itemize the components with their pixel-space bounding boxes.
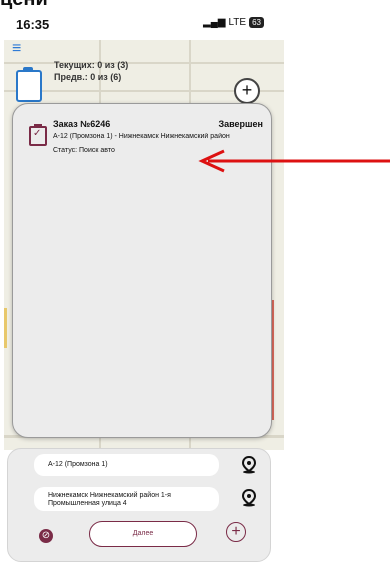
route-form-panel: А-12 (Промзона 1) Нижнекамск Нижнекамски… [7,448,271,562]
zoom-in-button[interactable]: + [234,78,260,104]
from-address-text: А-12 (Промзона 1) [48,461,108,468]
annotation-arrow-icon [198,149,390,173]
from-location-pin-icon[interactable] [241,456,257,474]
clock: 16:35 [16,17,50,32]
phone-screen: 16:35 ▂▄▆ LTE 63 ≡ Текущих: 0 из (3) Пре… [4,0,284,563]
previous-orders-count: Предв.: 0 из (6) [54,72,122,82]
to-location-pin-icon[interactable] [241,489,257,507]
battery-indicator: 63 [249,17,264,28]
menu-icon[interactable]: ≡ [12,41,26,57]
to-address-field[interactable]: Нижнекамск Нижнекамский район 1-я Промыш… [34,487,219,511]
order-status: Статус: Поиск авто [53,147,115,154]
signal-icon: ▂▄▆ [203,17,226,28]
network-label: LTE [228,17,247,28]
order-route: А-12 (Промзона 1) - Нижнекамск Нижнекамс… [53,133,230,140]
current-orders-count: Текущих: 0 из (3) [54,60,129,70]
next-button[interactable]: Далее [89,521,197,547]
orders-list-icon[interactable] [16,67,42,102]
add-stop-icon[interactable]: + [226,522,246,542]
order-title: Заказ №6246 [53,119,111,129]
cancel-icon[interactable]: ⊘ [39,529,53,543]
to-address-line1: Нижнекамск Нижнекамский район 1-я [48,492,171,499]
to-address-line2: Промышленная улица 4 [48,500,127,507]
from-address-field[interactable]: А-12 (Промзона 1) [34,454,219,476]
order-clipboard-icon [29,124,47,146]
orders-summary: Текущих: 0 из (3) Предв.: 0 из (6) [54,59,128,83]
order-state: Завершен [218,119,263,129]
status-bar: 16:35 ▂▄▆ LTE 63 [4,0,284,40]
status-icons: ▂▄▆ LTE 63 [203,17,264,28]
